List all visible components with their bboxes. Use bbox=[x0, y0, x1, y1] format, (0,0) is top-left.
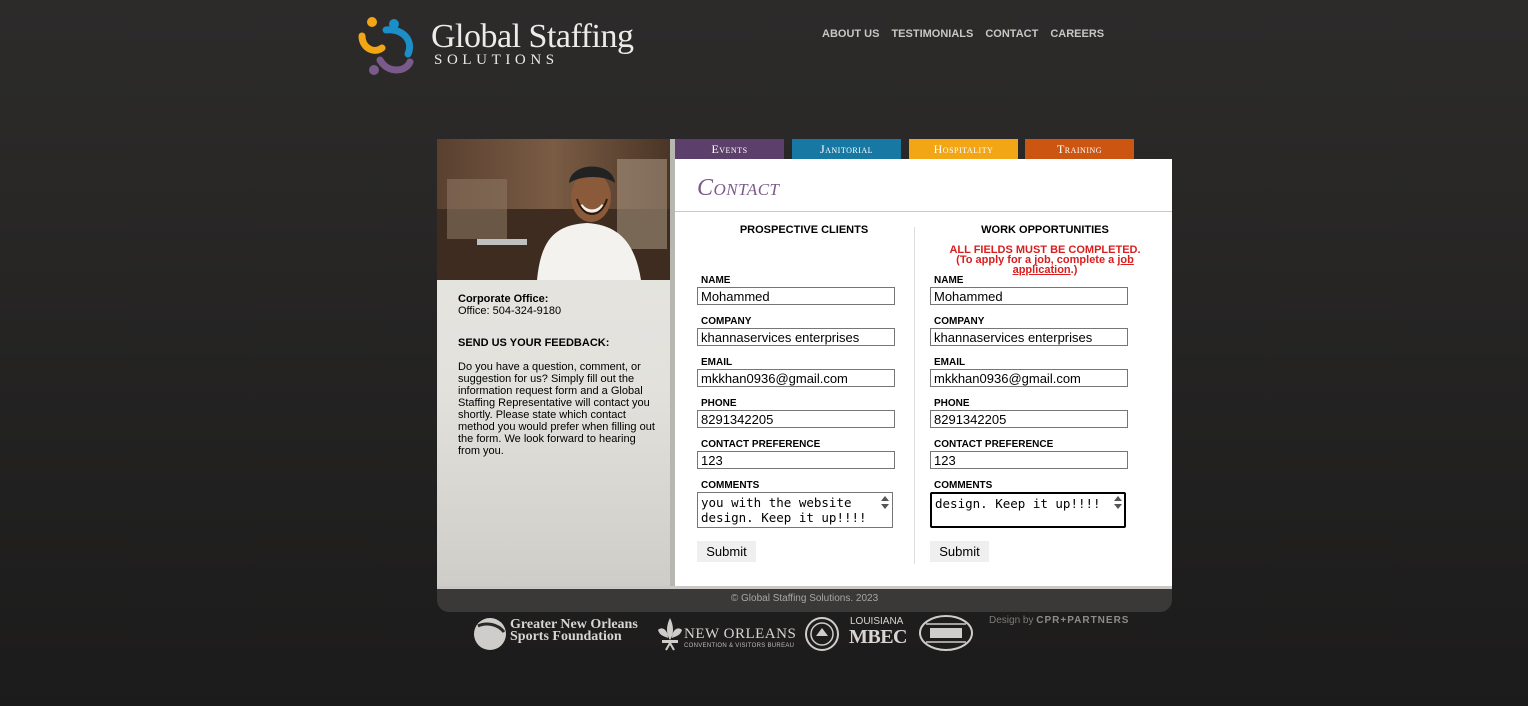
clients-email-label: EMAIL bbox=[701, 357, 733, 368]
nav-contact[interactable]: CONTACT bbox=[985, 28, 1038, 40]
clients-pref-input[interactable] bbox=[697, 451, 895, 469]
top-nav: ABOUT US TESTIMONIALS CONTACT CAREERS bbox=[822, 28, 1104, 40]
tab-training[interactable]: Training bbox=[1025, 139, 1134, 159]
nav-about-us[interactable]: ABOUT US bbox=[822, 28, 879, 40]
work-phone-field: PHONE bbox=[930, 398, 1130, 428]
partner2-subtitle: CONVENTION & VISITORS BUREAU bbox=[684, 643, 795, 649]
clients-name-input[interactable] bbox=[697, 287, 895, 305]
partner2-title: NEW ORLEANS bbox=[684, 626, 797, 642]
clients-comments-field: COMMENTS you with the website design. Ke… bbox=[697, 480, 897, 528]
service-tabs: Events Janitorial Hospitality Training bbox=[675, 139, 1134, 159]
sidebar: Corporate Office: Office: 504-324-9180 S… bbox=[437, 139, 670, 586]
office-phone: Office: 504-324-9180 bbox=[458, 305, 562, 317]
work-comments-textarea[interactable]: design. Keep it up!!!! bbox=[930, 492, 1126, 528]
nav-careers[interactable]: CAREERS bbox=[1050, 28, 1104, 40]
clients-comments-label: COMMENTS bbox=[701, 480, 760, 491]
clients-company-input[interactable] bbox=[697, 328, 895, 346]
work-name-field: NAME bbox=[930, 275, 1130, 305]
partner-sports-foundation-logo[interactable]: Greater New Orleans Sports Foundation bbox=[472, 614, 638, 657]
column-divider bbox=[914, 227, 915, 564]
work-company-field: COMPANY bbox=[930, 316, 1130, 346]
nav-testimonials[interactable]: TESTIMONIALS bbox=[891, 28, 973, 40]
required-notice: ALL FIELDS MUST BE COMPLETED. (To apply … bbox=[930, 245, 1160, 276]
chef-photo bbox=[437, 139, 670, 280]
work-pref-field: CONTACT PREFERENCE bbox=[930, 439, 1130, 469]
work-email-label: EMAIL bbox=[934, 357, 966, 368]
tab-hospitality[interactable]: Hospitality bbox=[909, 139, 1018, 159]
work-phone-input[interactable] bbox=[930, 410, 1128, 428]
clients-phone-field: PHONE bbox=[697, 398, 897, 428]
logo-figures-icon bbox=[358, 17, 414, 75]
clients-company-label: COMPANY bbox=[701, 316, 752, 327]
work-submit-button[interactable]: Submit bbox=[930, 541, 989, 562]
sidebar-text: Corporate Office: Office: 504-324-9180 S… bbox=[458, 293, 658, 457]
credit-prefix: Design by bbox=[989, 615, 1037, 626]
work-comments-scrollbar[interactable] bbox=[1112, 494, 1124, 526]
work-form: WORK OPPORTUNITIES ALL FIELDS MUST BE CO… bbox=[930, 224, 1160, 562]
corporate-office-label: Corporate Office: bbox=[458, 293, 549, 305]
clients-email-field: EMAIL bbox=[697, 357, 897, 387]
tab-janitorial[interactable]: Janitorial bbox=[792, 139, 901, 159]
copyright: © Global Staffing Solutions. 2023 bbox=[730, 593, 879, 604]
clients-email-input[interactable] bbox=[697, 369, 895, 387]
clients-company-field: COMPANY bbox=[697, 316, 897, 346]
fleur-de-lis-icon bbox=[658, 618, 682, 651]
feedback-text: Do you have a question, comment, or sugg… bbox=[458, 361, 655, 457]
logo-title: Global Staffing bbox=[431, 18, 634, 55]
new-orleans-badge-icon[interactable] bbox=[918, 614, 974, 652]
content-area: Contact PROSPECTIVE CLIENTS NAME COMPANY… bbox=[675, 159, 1172, 586]
clients-name-field: NAME bbox=[697, 275, 897, 305]
clients-submit-button[interactable]: Submit bbox=[697, 541, 756, 562]
tab-events[interactable]: Events bbox=[675, 139, 784, 159]
work-email-field: EMAIL bbox=[930, 357, 1130, 387]
feedback-heading: SEND US YOUR FEEDBACK: bbox=[458, 337, 610, 349]
title-divider bbox=[675, 211, 1172, 212]
clients-form: PROSPECTIVE CLIENTS NAME COMPANY EMAIL P… bbox=[697, 224, 927, 562]
clients-pref-field: CONTACT PREFERENCE bbox=[697, 439, 897, 469]
partner-logos: Greater New Orleans Sports Foundation NEW… bbox=[472, 614, 992, 654]
clients-phone-input[interactable] bbox=[697, 410, 895, 428]
work-pref-label: CONTACT PREFERENCE bbox=[934, 439, 1054, 450]
clients-heading: PROSPECTIVE CLIENTS bbox=[739, 224, 869, 236]
credit-name: CPR+PARTNERS bbox=[1036, 615, 1130, 626]
clients-comments-scrollbar[interactable] bbox=[879, 494, 891, 526]
clients-name-label: NAME bbox=[701, 275, 731, 286]
work-name-label: NAME bbox=[934, 275, 964, 286]
clients-pref-label: CONTACT PREFERENCE bbox=[701, 439, 821, 450]
work-email-input[interactable] bbox=[930, 369, 1128, 387]
page-title: Contact bbox=[697, 175, 780, 201]
work-heading: WORK OPPORTUNITIES bbox=[981, 224, 1109, 236]
work-name-input[interactable] bbox=[930, 287, 1128, 305]
state-seal-icon[interactable] bbox=[804, 616, 840, 652]
work-company-label: COMPANY bbox=[934, 316, 985, 327]
main-panel: Corporate Office: Office: 504-324-9180 S… bbox=[437, 139, 1172, 612]
partner4-mark: MBEC bbox=[849, 626, 908, 648]
site-logo[interactable]: Global Staffing SOLUTIONS bbox=[358, 14, 648, 80]
work-pref-input[interactable] bbox=[930, 451, 1128, 469]
work-phone-label: PHONE bbox=[934, 398, 970, 409]
sports-foundation-icon bbox=[474, 618, 506, 650]
logo-subtitle: SOLUTIONS bbox=[434, 52, 559, 68]
partner1-line2: Sports Foundation bbox=[510, 629, 622, 644]
footer-bar: © Global Staffing Solutions. 2023 bbox=[437, 586, 1172, 612]
work-company-input[interactable] bbox=[930, 328, 1128, 346]
design-credit-link[interactable]: Design by CPR+PARTNERS bbox=[989, 615, 1129, 626]
work-comments-label: COMMENTS bbox=[934, 480, 993, 491]
clients-comments-textarea[interactable]: you with the website design. Keep it up!… bbox=[697, 492, 893, 528]
required-notice-line2: (To apply for a job, complete a job appl… bbox=[930, 255, 1160, 276]
work-comments-field: COMMENTS design. Keep it up!!!! bbox=[930, 480, 1130, 528]
clients-phone-label: PHONE bbox=[701, 398, 737, 409]
